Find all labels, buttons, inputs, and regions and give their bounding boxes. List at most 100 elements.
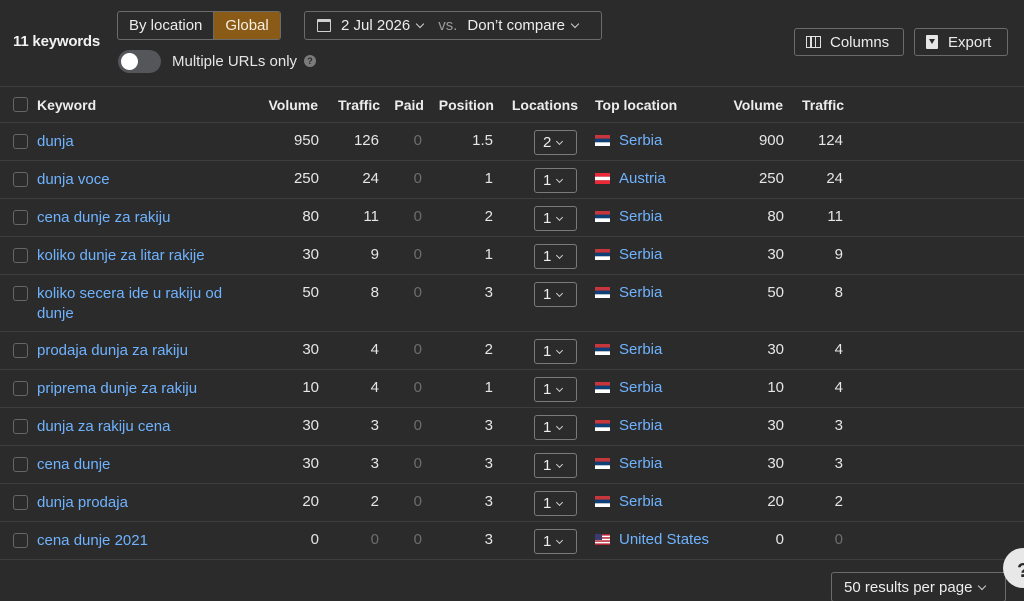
keyword-link[interactable]: dunja voce <box>37 170 242 190</box>
tl-volume-value: 50 <box>767 284 784 301</box>
top-location-link[interactable]: Serbia <box>619 208 662 225</box>
table-row: koliko secera ide u rakiju od dunje 50 8 0 3… <box>0 275 1024 332</box>
per-page-select[interactable]: 50 results per page <box>831 572 1006 601</box>
date-picker[interactable]: 2 Jul 2026 vs. Don’t compare <box>304 11 602 40</box>
chevron-down-icon <box>556 289 564 298</box>
col-top-location[interactable]: Top location <box>595 97 677 113</box>
keywords-table: Keyword Volume Traffic Paid Position Loc… <box>0 86 1024 560</box>
keyword-link[interactable]: dunja <box>37 132 242 152</box>
row-checkbox[interactable] <box>13 172 28 187</box>
by-location-tab[interactable]: By location <box>118 12 213 39</box>
row-checkbox[interactable] <box>13 286 28 301</box>
col-locations[interactable]: Locations <box>512 97 578 113</box>
compare-value[interactable]: Don’t compare <box>467 17 565 34</box>
locations-value: 1 <box>543 533 552 550</box>
col-volume[interactable]: Volume <box>268 97 318 113</box>
chevron-down-icon <box>556 498 564 507</box>
keyword-count: 11 keywords <box>13 33 101 50</box>
keyword-link[interactable]: dunja prodaja <box>37 493 242 513</box>
col-position[interactable]: Position <box>439 97 494 113</box>
col-paid[interactable]: Paid <box>394 97 424 113</box>
top-location-link[interactable]: Serbia <box>619 341 662 358</box>
keyword-link[interactable]: cena dunje <box>37 455 242 475</box>
row-checkbox[interactable] <box>13 210 28 225</box>
top-location-link[interactable]: Austria <box>619 170 666 187</box>
top-location-link[interactable]: Serbia <box>619 417 662 434</box>
traffic-value: 3 <box>370 455 379 472</box>
top-location-link[interactable]: Serbia <box>619 455 662 472</box>
toolbar: 11 keywords By location Global Multiple … <box>0 0 1024 86</box>
locations-select[interactable]: 1 <box>534 339 577 364</box>
export-button[interactable]: Export <box>914 28 1008 56</box>
multiple-urls-toggle[interactable] <box>118 49 161 73</box>
locations-select[interactable]: 1 <box>534 244 577 269</box>
row-checkbox[interactable] <box>13 457 28 472</box>
chevron-down-icon <box>556 460 564 469</box>
row-checkbox[interactable] <box>13 495 28 510</box>
global-tab[interactable]: Global <box>213 12 280 39</box>
locations-select[interactable]: 1 <box>534 529 577 554</box>
locations-select[interactable]: 1 <box>534 282 577 307</box>
paid-value: 0 <box>413 341 422 358</box>
row-checkbox[interactable] <box>13 134 28 149</box>
top-location-link[interactable]: Serbia <box>619 493 662 510</box>
row-checkbox[interactable] <box>13 533 28 548</box>
position-value: 1.5 <box>472 132 493 149</box>
locations-select[interactable]: 1 <box>534 491 577 516</box>
top-location-link[interactable]: Serbia <box>619 246 662 263</box>
volume-value: 0 <box>310 531 319 548</box>
locations-select[interactable]: 1 <box>534 377 577 402</box>
top-location-link[interactable]: Serbia <box>619 132 662 149</box>
volume-value: 10 <box>302 379 319 396</box>
chevron-down-icon <box>556 346 564 355</box>
locations-select[interactable]: 1 <box>534 168 577 193</box>
serbia-flag-icon <box>595 287 610 298</box>
locations-select[interactable]: 2 <box>534 130 577 155</box>
traffic-value: 9 <box>370 246 379 263</box>
keyword-link[interactable]: koliko secera ide u rakiju od dunje <box>37 284 242 324</box>
volume-value: 30 <box>302 455 319 472</box>
volume-value: 250 <box>293 170 319 187</box>
keyword-link[interactable]: cena dunje za rakiju <box>37 208 242 228</box>
tl-traffic-value: 4 <box>834 379 843 396</box>
top-location-link[interactable]: Serbia <box>619 379 662 396</box>
col-tl-traffic[interactable]: Traffic <box>802 97 844 113</box>
select-all-checkbox[interactable] <box>13 97 28 112</box>
top-location-link[interactable]: United States <box>619 531 709 548</box>
austria-flag-icon <box>595 173 610 184</box>
position-value: 3 <box>484 455 493 472</box>
row-checkbox[interactable] <box>13 381 28 396</box>
locations-value: 1 <box>543 381 552 398</box>
keyword-link[interactable]: prodaja dunja za rakiju <box>37 341 242 361</box>
keyword-link[interactable]: koliko dunje za litar rakije <box>37 246 242 266</box>
columns-button[interactable]: Columns <box>794 28 904 56</box>
keyword-link[interactable]: cena dunje 2021 <box>37 531 242 551</box>
top-location-link[interactable]: Serbia <box>619 284 662 301</box>
tl-volume-value: 900 <box>758 132 784 149</box>
chevron-down-icon <box>556 384 564 393</box>
table-header: Keyword Volume Traffic Paid Position Loc… <box>0 86 1024 123</box>
locations-value: 1 <box>543 419 552 436</box>
col-keyword[interactable]: Keyword <box>37 97 96 113</box>
col-tl-volume[interactable]: Volume <box>733 97 783 113</box>
paid-value: 0 <box>413 170 422 187</box>
row-checkbox[interactable] <box>13 419 28 434</box>
locations-value: 1 <box>543 248 552 265</box>
keyword-link[interactable]: dunja za rakiju cena <box>37 417 242 437</box>
multiple-urls-filter: Multiple URLs only ? <box>118 49 317 73</box>
tl-volume-value: 30 <box>767 246 784 263</box>
calendar-icon <box>317 19 331 32</box>
row-checkbox[interactable] <box>13 248 28 263</box>
locations-select[interactable]: 1 <box>534 415 577 440</box>
help-icon[interactable]: ? <box>304 55 317 67</box>
serbia-flag-icon <box>595 249 610 260</box>
keyword-link[interactable]: priprema dunje za rakiju <box>37 379 242 399</box>
table-row: dunja voce 250 24 0 1 1 Austria 250 24 <box>0 161 1024 199</box>
col-traffic[interactable]: Traffic <box>338 97 380 113</box>
position-value: 1 <box>484 246 493 263</box>
locations-value: 2 <box>543 134 552 151</box>
row-checkbox[interactable] <box>13 343 28 358</box>
locations-select[interactable]: 1 <box>534 206 577 231</box>
locations-select[interactable]: 1 <box>534 453 577 478</box>
table-row: priprema dunje za rakiju 10 4 0 1 1 Serbia 10 4 <box>0 370 1024 408</box>
